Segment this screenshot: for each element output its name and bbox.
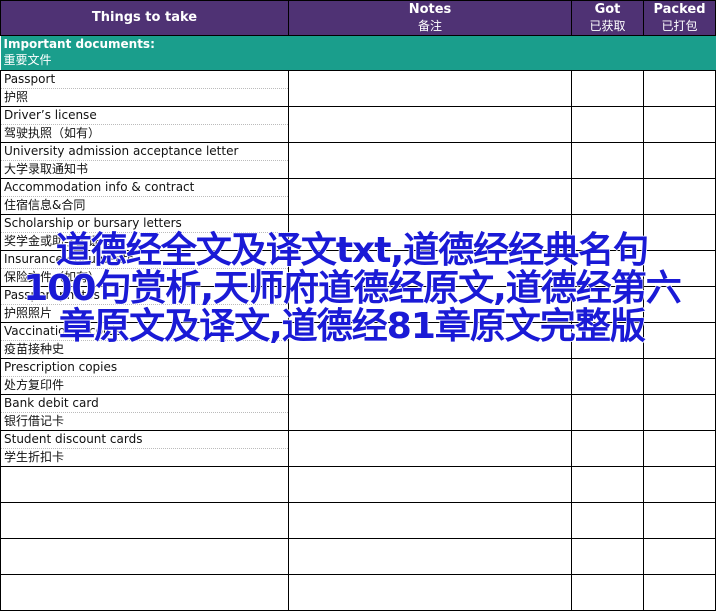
- item-label-en: Bank debit card: [1, 395, 288, 413]
- item-label-zh: 驾驶执照（如有）: [4, 126, 101, 140]
- item-label-en: Accommodation info & contract: [1, 179, 288, 197]
- header-row: Things to take Notes 备注 Got 已获取 Packed 已打包: [0, 0, 716, 36]
- item-label-en: Student discount cards: [1, 431, 288, 449]
- table-row: Accommodation info & contract 住宿信息&合同: [0, 178, 716, 215]
- got-cell[interactable]: [571, 466, 644, 503]
- got-cell[interactable]: [571, 430, 644, 467]
- table-row: University admission acceptance letter 大学…: [0, 142, 716, 179]
- packed-cell[interactable]: [643, 142, 716, 179]
- header-got: Got 已获取: [571, 0, 644, 36]
- item-label-zh: 大学录取通知书: [4, 162, 89, 176]
- header-notes: Notes 备注: [288, 0, 572, 36]
- got-cell[interactable]: [571, 358, 644, 395]
- notes-cell[interactable]: [288, 466, 572, 503]
- packed-cell[interactable]: [643, 574, 716, 611]
- table-row: Student discount cards 学生折扣卡: [0, 430, 716, 467]
- got-cell[interactable]: [571, 394, 644, 431]
- item-cell[interactable]: [0, 574, 289, 611]
- notes-cell[interactable]: [288, 178, 572, 215]
- item-label-zh: 银行借记卡: [4, 414, 65, 428]
- table-row: Passport 护照: [0, 70, 716, 107]
- item-cell: Student discount cards 学生折扣卡: [0, 430, 289, 467]
- header-packed: Packed 已打包: [643, 0, 716, 36]
- table-row: Prescription copies 处方复印件: [0, 358, 716, 395]
- packed-cell[interactable]: [643, 502, 716, 539]
- section-row: Important documents: 重要文件: [0, 35, 716, 71]
- got-cell[interactable]: [571, 142, 644, 179]
- notes-cell[interactable]: [288, 502, 572, 539]
- item-cell: Bank debit card 银行借记卡: [0, 394, 289, 431]
- header-things: Things to take: [0, 0, 289, 36]
- item-label-en: Prescription copies: [1, 359, 288, 377]
- packed-cell[interactable]: [643, 106, 716, 143]
- got-cell[interactable]: [571, 178, 644, 215]
- packed-cell[interactable]: [643, 358, 716, 395]
- packed-cell[interactable]: [643, 430, 716, 467]
- packed-cell[interactable]: [643, 394, 716, 431]
- item-cell: Accommodation info & contract 住宿信息&合同: [0, 178, 289, 215]
- item-label-en: Passport: [1, 71, 288, 89]
- packed-cell[interactable]: [643, 178, 716, 215]
- empty-row: [0, 574, 716, 611]
- got-cell[interactable]: [571, 70, 644, 107]
- packed-cell[interactable]: [643, 538, 716, 575]
- item-label-en: Driver’s license: [1, 107, 288, 125]
- item-cell[interactable]: [0, 502, 289, 539]
- item-label-zh: 护照: [4, 90, 29, 104]
- got-cell[interactable]: [571, 106, 644, 143]
- item-cell: Driver’s license 驾驶执照（如有）: [0, 106, 289, 143]
- item-label-zh: 住宿信息&合同: [4, 198, 86, 212]
- item-cell: University admission acceptance letter 大学…: [0, 142, 289, 179]
- notes-cell[interactable]: [288, 538, 572, 575]
- notes-cell[interactable]: [288, 430, 572, 467]
- empty-row: [0, 466, 716, 503]
- table-row: Driver’s license 驾驶执照（如有）: [0, 106, 716, 143]
- got-cell[interactable]: [571, 538, 644, 575]
- checklist-sheet: Things to take Notes 备注 Got 已获取 Packed 已打包 …: [0, 0, 717, 614]
- notes-cell[interactable]: [288, 358, 572, 395]
- item-cell[interactable]: [0, 466, 289, 503]
- item-cell: Prescription copies 处方复印件: [0, 358, 289, 395]
- item-label-zh: 学生折扣卡: [4, 450, 65, 464]
- notes-cell[interactable]: [288, 70, 572, 107]
- packed-cell[interactable]: [643, 70, 716, 107]
- item-cell[interactable]: [0, 538, 289, 575]
- notes-cell[interactable]: [288, 106, 572, 143]
- item-label-en: University admission acceptance letter: [1, 143, 288, 161]
- item-cell: Passport 护照: [0, 70, 289, 107]
- got-cell[interactable]: [571, 574, 644, 611]
- notes-cell[interactable]: [288, 574, 572, 611]
- table-row: Bank debit card 银行借记卡: [0, 394, 716, 431]
- got-cell[interactable]: [571, 502, 644, 539]
- section-title: Important documents: 重要文件: [0, 35, 716, 71]
- item-label-zh: 处方复印件: [4, 378, 65, 392]
- empty-row: [0, 502, 716, 539]
- watermark-text: 道德经全文及译文txt,道德经经典名句100句赏析,天师府道德经原文,道德经第六…: [23, 230, 683, 347]
- empty-row: [0, 538, 716, 575]
- notes-cell[interactable]: [288, 142, 572, 179]
- packed-cell[interactable]: [643, 466, 716, 503]
- notes-cell[interactable]: [288, 394, 572, 431]
